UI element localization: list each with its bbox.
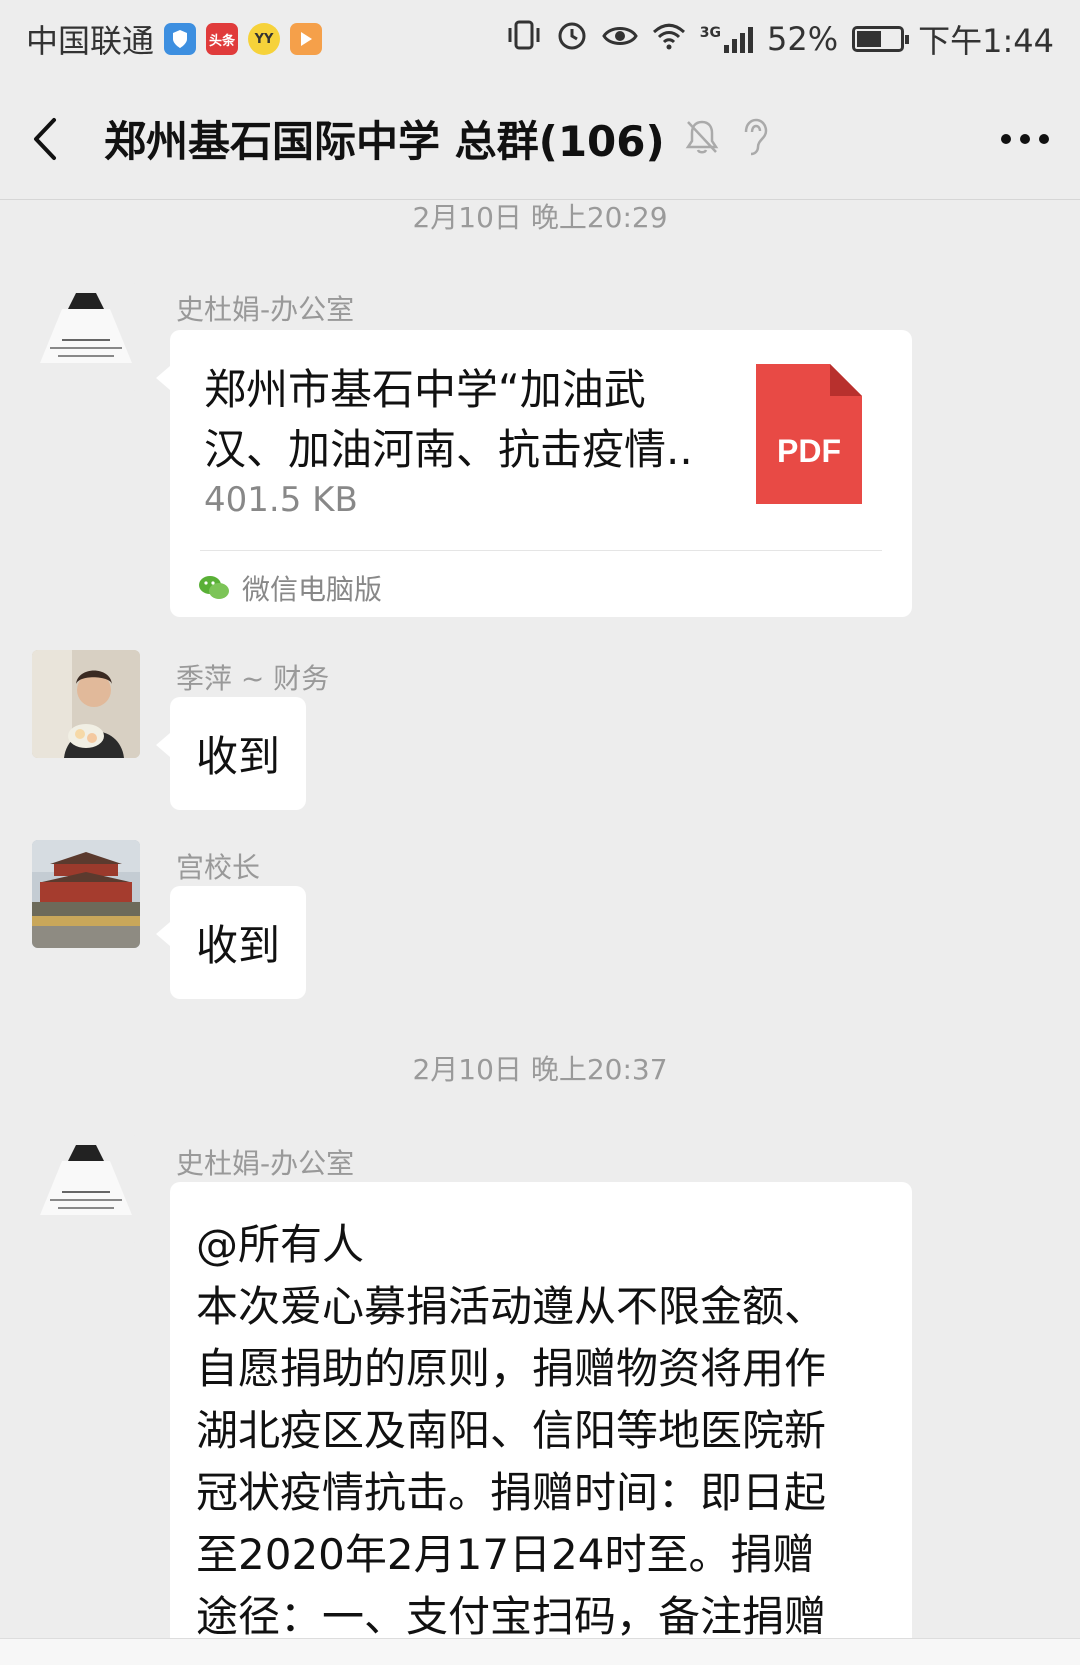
chat-title: 郑州基石国际中学 总群(106) bbox=[104, 117, 665, 166]
shield-icon bbox=[164, 23, 197, 55]
message-timestamp: 2月10日 晚上20:37 bbox=[412, 1053, 668, 1086]
message-text: 收到 bbox=[196, 732, 281, 781]
back-button[interactable] bbox=[0, 78, 90, 199]
avatar[interactable] bbox=[32, 1135, 140, 1243]
video-icon bbox=[290, 23, 323, 55]
pdf-label: PDF bbox=[777, 433, 841, 469]
battery-icon bbox=[852, 26, 910, 52]
yy-icon: YY bbox=[248, 23, 281, 55]
text-message-bubble[interactable]: @所有人本次爱心募捐活动遵从不限金额、自愿捐助的原则，捐赠物资将用作湖北疫区及南… bbox=[170, 1182, 912, 1662]
mention-line: @所有人 bbox=[196, 1220, 365, 1269]
avatar[interactable] bbox=[32, 650, 140, 758]
mute-bell-icon bbox=[685, 119, 719, 159]
lamp-avatar-image bbox=[32, 1135, 140, 1243]
message-timestamp: 2月10日 晚上20:29 bbox=[412, 201, 668, 234]
alarm-icon bbox=[556, 19, 588, 59]
message-text: 收到 bbox=[196, 921, 281, 970]
battery-percent: 52% bbox=[767, 20, 839, 58]
signal-icon: 3G bbox=[700, 25, 753, 53]
file-title: 郑州市基石中学“加油武汉、加油河南、抗击疫情.. bbox=[204, 365, 693, 474]
text-message-bubble[interactable]: 收到 bbox=[155, 697, 307, 810]
chat-header: 郑州基石国际中学 总群(106) bbox=[0, 78, 1080, 200]
person-avatar-image bbox=[32, 650, 140, 758]
file-message-bubble[interactable]: 郑州市基石中学“加油武汉、加油河南、抗击疫情.. 401.5 KB PDF 微信… bbox=[156, 330, 912, 617]
battery-level bbox=[857, 31, 882, 47]
file-source: 微信电脑版 bbox=[198, 568, 382, 608]
sender-name: 史杜娟-办公室 bbox=[176, 293, 355, 326]
file-divider bbox=[200, 550, 882, 551]
lamp-avatar-image bbox=[32, 283, 140, 391]
sender-name: 史杜娟-办公室 bbox=[176, 1147, 355, 1180]
sender-name: 宫校长 bbox=[176, 851, 261, 884]
clock: 下午1:44 bbox=[918, 22, 1054, 60]
avatar[interactable] bbox=[32, 840, 140, 948]
pdf-file-icon: PDF bbox=[756, 364, 862, 504]
chevron-left-icon bbox=[34, 117, 56, 160]
tiananmen-avatar-image bbox=[32, 840, 140, 948]
input-bar-edge bbox=[0, 1638, 1080, 1665]
toutiao-icon: 头条 bbox=[206, 23, 239, 55]
more-dots-icon bbox=[1001, 133, 1049, 144]
wifi-icon bbox=[652, 20, 686, 58]
message-body: 本次爱心募捐活动遵从不限金额、自愿捐助的原则，捐赠物资将用作湖北疫区及南阳、信阳… bbox=[196, 1282, 827, 1641]
text-message-bubble[interactable]: 收到 bbox=[155, 886, 307, 999]
avatar[interactable] bbox=[32, 283, 140, 391]
ear-icon bbox=[741, 118, 769, 160]
vibrate-icon bbox=[506, 20, 542, 58]
sender-name: 季萍 ~ 财务 bbox=[176, 662, 330, 695]
status-bar: 中国联通 头条 YY 3G 52% 下午1:44 bbox=[0, 0, 1080, 78]
wechat-icon bbox=[199, 576, 229, 599]
eye-icon bbox=[602, 20, 638, 58]
file-source-label: 微信电脑版 bbox=[242, 573, 383, 606]
more-options-button[interactable] bbox=[970, 78, 1080, 199]
file-size: 401.5 KB bbox=[204, 480, 358, 520]
message-text: @所有人本次爱心募捐活动遵从不限金额、自愿捐助的原则，捐赠物资将用作湖北疫区及南… bbox=[196, 1214, 856, 1648]
network-tag: 3G bbox=[699, 25, 721, 41]
carrier-name: 中国联通 bbox=[26, 22, 155, 60]
